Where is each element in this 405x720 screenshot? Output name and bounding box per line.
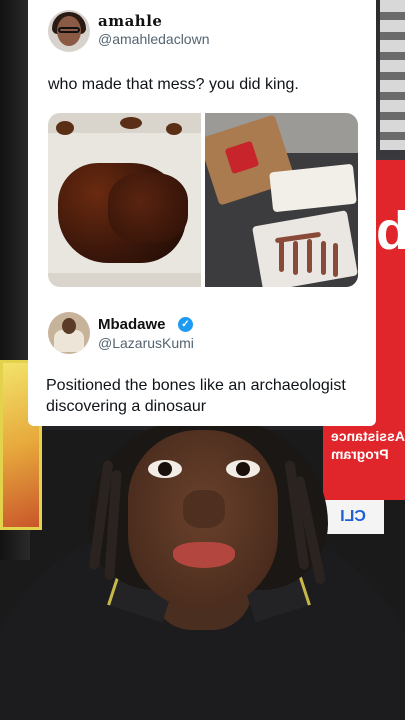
media-photo-wings[interactable] [48, 113, 201, 287]
tweet2-avatar[interactable] [48, 312, 90, 354]
tweet1-text: who made that mess? you did king. [48, 76, 299, 93]
tweet2-handle[interactable]: @LazarusKumi [98, 335, 194, 351]
right-eye [226, 460, 260, 478]
avatar-head [62, 318, 76, 334]
bone [307, 239, 312, 273]
sauce-stain [120, 117, 142, 129]
sauce-stain [56, 121, 74, 135]
bone [333, 243, 338, 277]
tweet-card: amahle @amahledaclown who made that mess… [28, 0, 376, 426]
nose [183, 490, 225, 528]
tweet2-text: Positioned the bones like an archaeologi… [46, 377, 346, 415]
tweet1-avatar[interactable] [48, 10, 90, 52]
tweet1-display-name[interactable]: amahle [98, 12, 162, 30]
bone [279, 238, 284, 272]
media-photo-bones[interactable] [205, 113, 358, 287]
kfc-logo-icon [224, 140, 260, 175]
chicken-wings [108, 173, 188, 243]
ceiling-lights [380, 0, 405, 150]
tweet1-header: amahle @amahledaclown [48, 10, 348, 52]
verified-badge-icon: ✓ [178, 317, 193, 332]
left-eye [148, 460, 182, 478]
bone [293, 241, 298, 275]
sauce-stain [166, 123, 182, 135]
person [0, 420, 405, 720]
lips [173, 542, 235, 568]
sign-big-letter: d [376, 201, 405, 261]
face [128, 430, 278, 610]
tweet2-header: Mbadawe ✓ @LazarusKumi [48, 312, 348, 354]
bone [321, 241, 326, 275]
glasses-icon [58, 27, 80, 33]
tweet2-display-name[interactable]: Mbadawe [98, 316, 166, 333]
tweet1-media[interactable] [48, 113, 358, 287]
tweet1-handle[interactable]: @amahledaclown [98, 31, 210, 47]
